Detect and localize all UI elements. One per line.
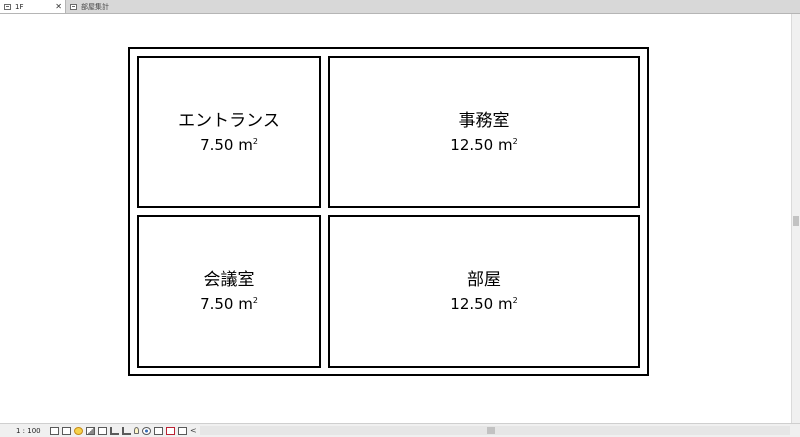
sun-path-icon[interactable] xyxy=(74,426,83,435)
room-name: 部屋 xyxy=(467,270,501,290)
close-icon[interactable]: ✕ xyxy=(55,0,62,13)
view-tab-bar: 1F ✕ 部屋集計 xyxy=(0,0,800,14)
room-name: 事務室 xyxy=(458,110,510,131)
tab-1f-label: 1F xyxy=(15,2,24,11)
vertical-scrollbar[interactable] xyxy=(791,14,800,423)
view-scale[interactable]: 1 : 100 xyxy=(16,427,48,435)
room-meeting[interactable]: 会議室 7.50 m2 xyxy=(137,215,321,368)
room-area: 7.50 m2 xyxy=(200,135,258,154)
room-area: 12.50 m2 xyxy=(450,135,518,154)
view-control-bar: 1 : 100 < xyxy=(0,423,800,437)
visual-style-icon[interactable] xyxy=(62,426,71,435)
room-generic[interactable]: 部屋 12.50 m2 xyxy=(328,215,640,368)
vertical-scroll-thumb[interactable] xyxy=(793,216,799,226)
temporary-hide-icon[interactable] xyxy=(142,426,151,435)
detail-level-icon[interactable] xyxy=(50,426,59,435)
shadows-icon[interactable] xyxy=(86,426,95,435)
horizontal-scrollbar[interactable] xyxy=(200,426,790,435)
highlight-displacement-icon[interactable] xyxy=(178,426,187,435)
crop-view-icon[interactable] xyxy=(110,426,119,435)
room-area: 12.50 m2 xyxy=(450,295,518,313)
tab-room-schedule-label: 部屋集計 xyxy=(81,2,109,11)
room-name: エントランス xyxy=(178,110,280,131)
show-crop-icon[interactable] xyxy=(122,426,131,435)
room-area: 7.50 m2 xyxy=(200,295,258,313)
tab-room-schedule[interactable]: 部屋集計 xyxy=(66,0,126,13)
room-entrance[interactable]: エントランス 7.50 m2 xyxy=(137,56,321,208)
room-office[interactable]: 事務室 12.50 m2 xyxy=(328,56,640,208)
schedule-icon xyxy=(70,3,77,10)
scroll-left-icon[interactable]: < xyxy=(190,426,197,435)
floor-plan-icon xyxy=(4,3,11,10)
lamp-icon[interactable] xyxy=(134,427,139,434)
drawing-canvas[interactable]: エントランス 7.50 m2 事務室 12.50 m2 会議室 7.50 m2 … xyxy=(0,14,791,423)
horizontal-scroll-thumb[interactable] xyxy=(487,427,495,434)
view-control-icons: < xyxy=(50,426,197,435)
reveal-hidden-icon[interactable] xyxy=(154,426,163,435)
render-icon[interactable] xyxy=(98,426,107,435)
tab-1f[interactable]: 1F ✕ xyxy=(0,0,66,13)
room-name: 会議室 xyxy=(203,270,255,290)
analytical-model-icon[interactable] xyxy=(166,426,175,435)
